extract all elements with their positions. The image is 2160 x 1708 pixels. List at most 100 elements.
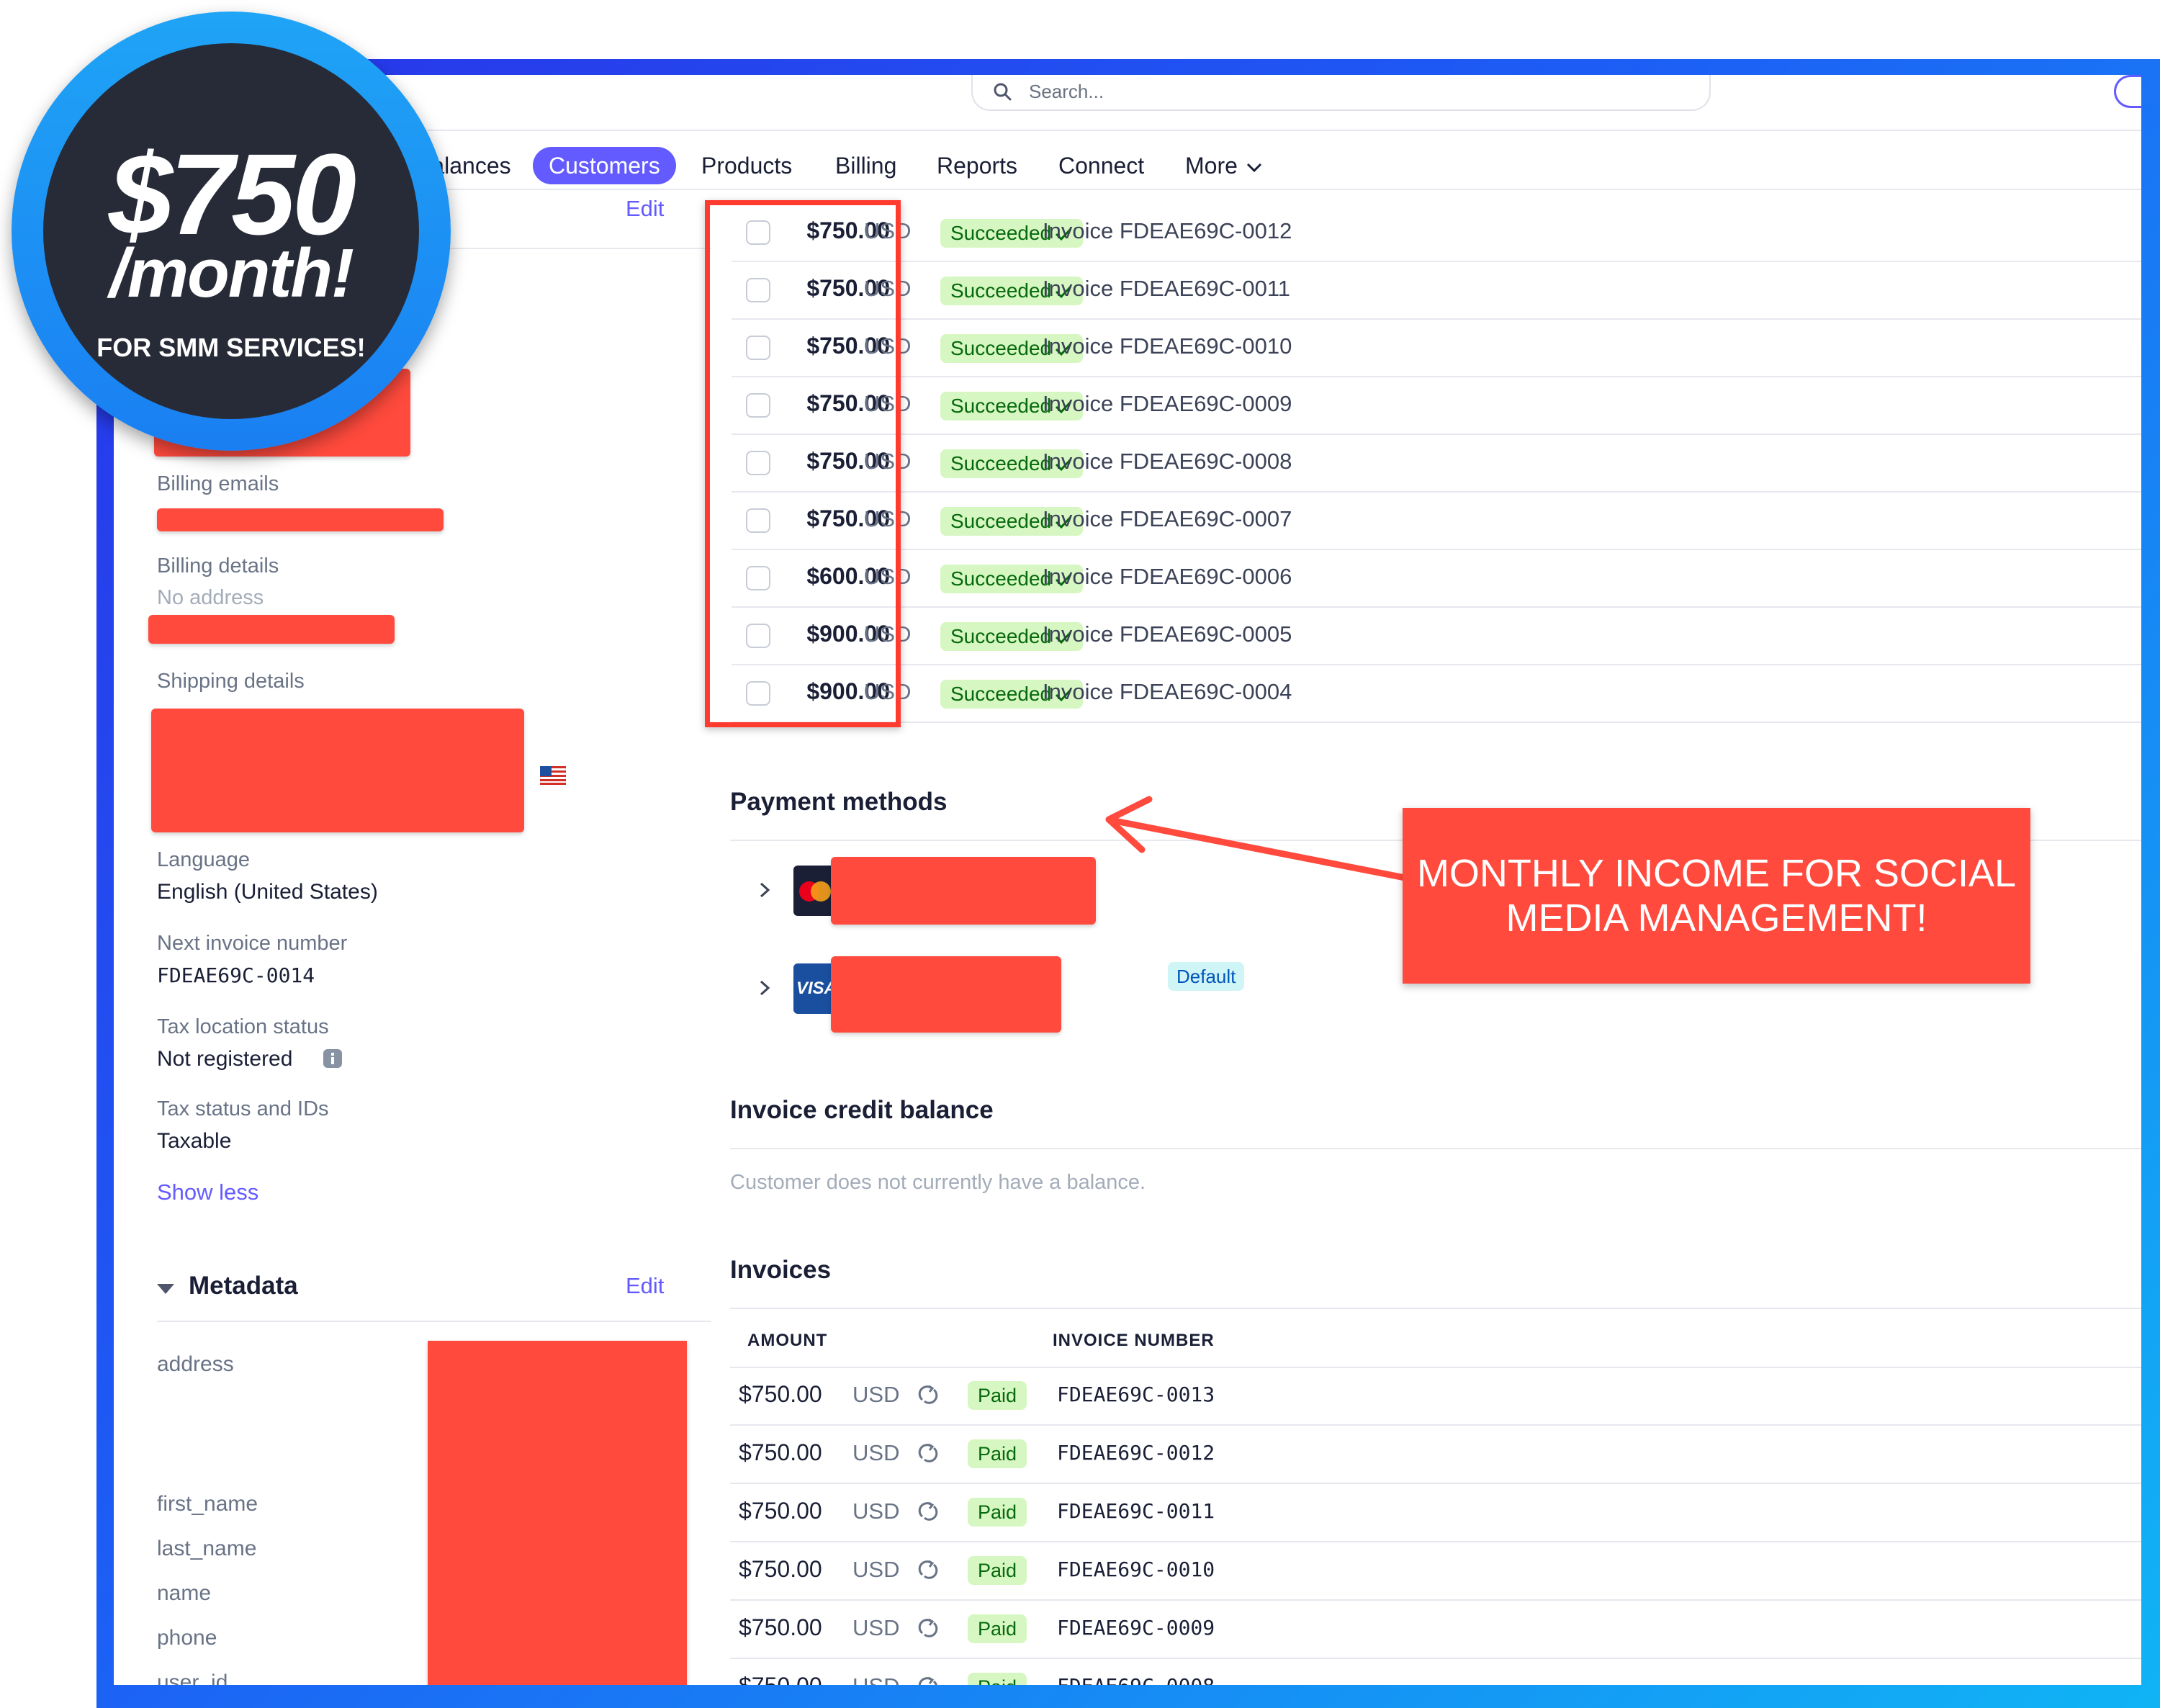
- invoice-row[interactable]: $750.00 USD Paid FDEAE69C-0013: [730, 1368, 2141, 1426]
- payment-description: Invoice FDEAE69C-0009: [1043, 391, 1292, 416]
- next-invoice-label: Next invoice number: [157, 932, 348, 955]
- invoice-number: FDEAE69C-0013: [1057, 1383, 1215, 1406]
- income-callout: MONTHLY INCOME FOR SOCIAL MEDIA MANAGEME…: [1403, 808, 2030, 984]
- payment-row[interactable]: $750.00 USD Succeeded Invoice FDEAE69C-0008: [732, 435, 2141, 493]
- recurring-icon: [918, 1676, 937, 1685]
- invoices-title: Invoices: [730, 1256, 832, 1284]
- account-button[interactable]: [2114, 75, 2141, 108]
- invoice-number: FDEAE69C-0009: [1057, 1616, 1215, 1640]
- next-invoice-value: FDEAE69C-0014: [157, 963, 315, 987]
- invoice-amount: $750.00: [739, 1614, 822, 1640]
- invoice-row[interactable]: $750.00 USD Paid FDEAE69C-0008: [730, 1660, 2141, 1685]
- invoice-currency: USD: [852, 1673, 899, 1685]
- metadata-key-phone: phone: [157, 1626, 217, 1650]
- invoice-row[interactable]: $750.00 USD Paid FDEAE69C-0011: [730, 1485, 2141, 1542]
- redaction: [148, 615, 395, 644]
- metadata-title: Metadata: [189, 1272, 298, 1300]
- recurring-icon: [918, 1560, 938, 1579]
- payment-row[interactable]: $900.00 USD Succeeded Invoice FDEAE69C-0005: [732, 608, 2141, 665]
- redaction: [151, 709, 524, 832]
- payment-row[interactable]: $750.00 USD Succeeded Invoice FDEAE69C-0012: [732, 204, 2141, 262]
- tax-status-value: Taxable: [157, 1129, 232, 1153]
- tax-status-label: Tax status and IDs: [157, 1097, 329, 1120]
- badge-period: /month!: [109, 235, 354, 312]
- billing-emails-label: Billing emails: [157, 472, 279, 495]
- payment-row[interactable]: $750.00 USD Succeeded Invoice FDEAE69C-0011: [732, 262, 2141, 320]
- price-badge-inner: $750 /month! FOR SMM SERVICES!: [43, 43, 419, 419]
- invoice-currency: USD: [852, 1498, 900, 1524]
- metadata-key-last-name: last_name: [157, 1537, 257, 1560]
- credit-balance-title: Invoice credit balance: [730, 1096, 994, 1124]
- language-label: Language: [157, 848, 251, 871]
- nav-customers[interactable]: Customers: [533, 147, 676, 184]
- invoice-number-header: INVOICE NUMBER: [1053, 1331, 1215, 1350]
- invoice-row[interactable]: $750.00 USD Paid FDEAE69C-0009: [730, 1601, 2141, 1659]
- shipping-details-label: Shipping details: [157, 670, 305, 693]
- recurring-icon: [918, 1501, 938, 1521]
- recurring-icon: [918, 1618, 938, 1637]
- nav-more-label: More: [1185, 153, 1238, 179]
- payment-description: Invoice FDEAE69C-0008: [1043, 449, 1292, 474]
- payment-description: Invoice FDEAE69C-0007: [1043, 506, 1292, 531]
- nav-connect[interactable]: Connect: [1058, 147, 1144, 184]
- amount-highlight-box: [705, 200, 901, 727]
- paid-badge: Paid: [968, 1498, 1027, 1527]
- metadata-edit-link[interactable]: Edit: [626, 1273, 664, 1299]
- search-icon: [994, 83, 1012, 101]
- metadata-key-address: address: [157, 1352, 234, 1376]
- payment-description: Invoice FDEAE69C-0005: [1043, 621, 1292, 647]
- tax-location-value: Not registered: [157, 1047, 293, 1071]
- payment-row[interactable]: $600.00 USD Succeeded Invoice FDEAE69C-0006: [732, 550, 2141, 608]
- default-badge: Default: [1168, 962, 1245, 991]
- invoice-number: FDEAE69C-0008: [1057, 1674, 1215, 1685]
- metadata-key-first-name: first_name: [157, 1492, 258, 1516]
- invoice-number: FDEAE69C-0010: [1057, 1558, 1215, 1581]
- payment-description: Invoice FDEAE69C-0010: [1043, 333, 1292, 359]
- caret-down-icon[interactable]: [156, 1282, 176, 1296]
- invoice-amount: $750.00: [739, 1381, 822, 1407]
- status-label: Succeeded: [950, 567, 1052, 590]
- billing-details-value: No address: [157, 586, 264, 609]
- us-flag-icon: [540, 766, 566, 785]
- divider: [730, 1308, 2141, 1309]
- payment-row[interactable]: $750.00 USD Succeeded Invoice FDEAE69C-0010: [732, 320, 2141, 377]
- redaction: [831, 857, 1096, 925]
- nav-reports[interactable]: Reports: [937, 147, 1017, 184]
- details-edit-link[interactable]: Edit: [626, 196, 664, 222]
- payment-row[interactable]: $900.00 USD Succeeded Invoice FDEAE69C-0004: [732, 665, 2141, 723]
- invoice-currency: USD: [852, 1557, 900, 1582]
- invoice-number: FDEAE69C-0011: [1057, 1499, 1215, 1523]
- info-icon[interactable]: [323, 1048, 343, 1069]
- invoice-amount: $750.00: [739, 1673, 822, 1685]
- nav-billing[interactable]: Billing: [835, 147, 896, 184]
- chevron-right-icon[interactable]: [755, 880, 775, 900]
- recurring-icon: [918, 1443, 938, 1462]
- invoice-row[interactable]: $750.00 USD Paid FDEAE69C-0010: [730, 1543, 2141, 1601]
- status-label: Succeeded: [950, 683, 1052, 705]
- recurring-icon: [918, 1385, 938, 1404]
- payment-row[interactable]: $750.00 USD Succeeded Invoice FDEAE69C-0007: [732, 493, 2141, 550]
- nav-products[interactable]: Products: [701, 147, 792, 184]
- status-label: Succeeded: [950, 510, 1052, 532]
- paid-badge: Paid: [968, 1381, 1027, 1410]
- search-placeholder: Search...: [1029, 81, 1104, 102]
- search-input[interactable]: Search...: [971, 75, 1711, 111]
- payment-row[interactable]: $750.00 USD Succeeded Invoice FDEAE69C-0009: [732, 377, 2141, 435]
- badge-tagline: FOR SMM SERVICES!: [96, 333, 366, 362]
- credit-balance-message: Customer does not currently have a balan…: [730, 1171, 1146, 1194]
- paid-badge: Paid: [968, 1439, 1027, 1468]
- nav-more[interactable]: More: [1185, 147, 1264, 184]
- paid-badge: Paid: [968, 1673, 1027, 1685]
- redaction: [428, 1341, 687, 1685]
- chevron-right-icon[interactable]: [755, 978, 775, 998]
- invoice-row[interactable]: $750.00 USD Paid FDEAE69C-0012: [730, 1426, 2141, 1484]
- chevron-down-icon: [1246, 163, 1261, 172]
- invoice-currency: USD: [852, 1382, 900, 1407]
- invoice-amount: $750.00: [739, 1439, 822, 1465]
- status-label: Succeeded: [950, 222, 1052, 244]
- invoice-amount: $750.00: [739, 1556, 822, 1582]
- divider: [157, 1321, 711, 1322]
- status-label: Succeeded: [950, 452, 1052, 475]
- show-less-link[interactable]: Show less: [157, 1179, 258, 1205]
- invoice-amount: $750.00: [739, 1498, 822, 1524]
